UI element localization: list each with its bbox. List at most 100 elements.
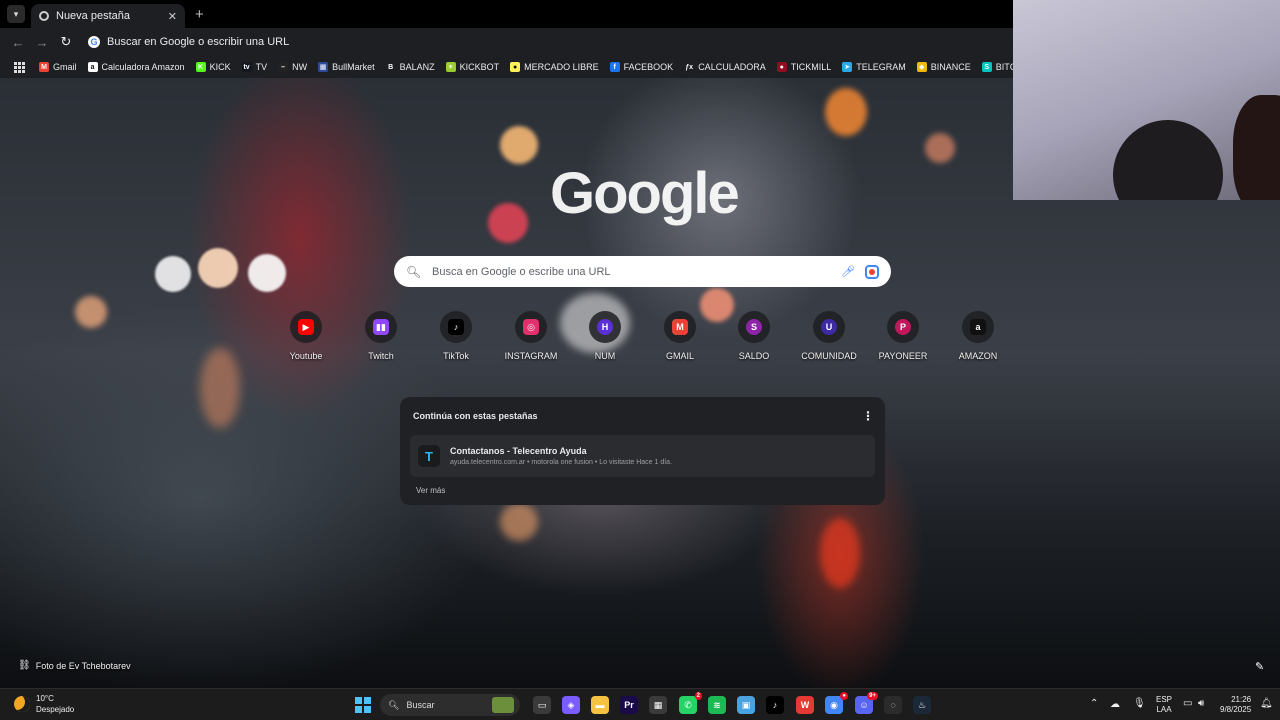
language-indicator[interactable]: ESP LAA <box>1156 695 1172 715</box>
taskbar-app-wps[interactable]: W <box>796 696 814 714</box>
microphone-icon[interactable]: 🎤︎ <box>841 265 855 278</box>
more-options-icon[interactable]: ⋮ <box>862 409 874 423</box>
lang-sub: LAA <box>1156 705 1172 714</box>
google-lens-icon[interactable] <box>865 264 879 279</box>
apps-grid-icon[interactable] <box>14 61 25 73</box>
shortcut-tile[interactable]: ▮▮ Twitch <box>344 311 418 361</box>
shortcut-label: NUM <box>594 351 616 361</box>
bookmark-item[interactable]: ◆ BINANCE <box>916 62 971 72</box>
shortcut-circle: a <box>962 311 994 343</box>
bookmark-item[interactable]: M Gmail <box>39 62 77 72</box>
bookmark-item[interactable]: a Calculadora Amazon <box>87 62 185 72</box>
taskbar-app-copilot[interactable]: ◈ <box>562 696 580 714</box>
taskbar-app-tiktok[interactable]: ♪ <box>766 696 784 714</box>
shortcut-label: Youtube <box>289 351 323 361</box>
shortcut-tile[interactable]: ♪ TikTok <box>419 311 493 361</box>
bookmark-label: NW <box>292 62 308 72</box>
shortcut-circle: ▶ <box>290 311 322 343</box>
shortcut-icon: U <box>821 319 837 335</box>
tab-new-tab[interactable]: Nueva pestaña ✕ <box>31 4 185 28</box>
bookmark-item[interactable]: ▦ BullMarket <box>318 62 375 72</box>
customize-pencil-icon[interactable]: ✎ <box>1255 660 1264 673</box>
bookmark-item[interactable]: tv TV <box>241 62 267 72</box>
shortcut-circle: P <box>887 311 919 343</box>
bookmark-icon: S <box>981 62 992 72</box>
shortcut-tile[interactable]: S SALDO <box>717 311 791 361</box>
taskbar-app-steam[interactable]: ♨ <box>913 696 931 714</box>
continue-tab-item[interactable]: T Contactanos - Telecentro Ayuda ayuda.t… <box>410 435 875 477</box>
tiktok-icon: ♪ <box>772 700 778 710</box>
taskbar-app-chrome[interactable]: ◉ ● <box>825 692 848 714</box>
microphone-tray-icon[interactable]: 🎙︎ <box>1133 698 1146 709</box>
bookmark-item[interactable]: K KICK <box>195 62 231 72</box>
taskbar-app-file-explorer-dark[interactable]: ▭ <box>533 696 551 714</box>
shortcut-tile[interactable]: U COMUNIDAD <box>792 311 866 361</box>
shortcut-icon: ◎ <box>523 319 539 335</box>
link-icon: ⛓︎ <box>18 660 31 671</box>
bookmark-item[interactable]: B BALANZ <box>385 62 435 72</box>
shortcut-tile[interactable]: H NUM <box>568 311 642 361</box>
photo-credit[interactable]: ⛓︎ Foto de Ev Tchebotarev <box>18 660 131 671</box>
show-hidden-icons[interactable]: ⌃ <box>1090 698 1098 709</box>
bookmark-item[interactable]: f FACEBOOK <box>609 62 673 72</box>
start-button[interactable] <box>355 697 371 713</box>
shortcut-tile[interactable]: ◎ INSTAGRAM <box>494 311 568 361</box>
bookmark-item[interactable]: ➤ TELEGRAM <box>842 62 906 72</box>
file-explorer-dark-icon: ▭ <box>537 699 547 710</box>
continue-tabs-card: Continúa con estas pestañas ⋮ T Contacta… <box>400 397 885 505</box>
search-icon: 🔍︎ <box>406 264 422 279</box>
back-button[interactable]: ← <box>10 34 26 50</box>
chrome-icon <box>39 11 49 21</box>
new-tab-button[interactable]: + <box>195 6 204 23</box>
shortcut-tile[interactable]: M GMAIL <box>643 311 717 361</box>
bookmark-item[interactable]: ✶ KICKBOT <box>445 62 499 72</box>
shortcut-icon: ▮▮ <box>373 319 389 335</box>
bookmark-item[interactable]: ƒx CALCULADORA <box>684 62 766 72</box>
see-more-link[interactable]: Ver más <box>413 486 872 495</box>
taskbar-app-obs[interactable]: ◌ <box>884 696 902 714</box>
search-input[interactable] <box>432 265 833 278</box>
shortcut-icon: ♪ <box>448 319 464 335</box>
bookmark-icon: ● <box>776 62 787 72</box>
file-explorer-icon: ▬ <box>595 700 605 710</box>
bookmark-item[interactable]: ● TICKMILL <box>776 62 831 72</box>
notification-icon[interactable]: 🔔︎ <box>1260 698 1273 709</box>
taskbar-app-photos[interactable]: ▣ <box>737 696 755 714</box>
shortcut-icon: S <box>746 319 762 335</box>
bookmark-icon: ✶ <box>445 62 456 72</box>
onedrive-icon[interactable]: ☁ <box>1110 699 1120 710</box>
ntp-search-box[interactable]: 🔍︎ 🎤︎ <box>394 256 891 287</box>
bookmark-label: BullMarket <box>332 62 375 72</box>
shortcut-icon: M <box>672 319 688 335</box>
whatsapp-icon: ✆ <box>684 699 692 710</box>
taskbar-app-store[interactable]: ▦ <box>649 696 667 714</box>
shortcut-tile[interactable]: P PAYONEER <box>866 311 940 361</box>
shortcut-tile[interactable]: ▶ Youtube <box>269 311 343 361</box>
shortcut-label: TikTok <box>443 351 469 361</box>
moon-icon <box>14 696 30 712</box>
google-logo: Google <box>550 161 740 226</box>
clock[interactable]: 21:26 9/8/2025 <box>1220 695 1251 715</box>
volume-icon[interactable]: 🔊︎ <box>1198 698 1204 709</box>
bookmark-item[interactable]: – NW <box>278 62 307 72</box>
taskbar-app-whatsapp[interactable]: ✆ 2 <box>679 692 702 714</box>
taskbar-app-file-explorer[interactable]: ▬ <box>591 696 609 714</box>
forward-button[interactable]: → <box>34 34 50 50</box>
taskbar-app-spotify[interactable]: ≋ <box>708 696 726 714</box>
weather-widget[interactable]: 10°C Despejado <box>14 693 74 715</box>
webcam-overlay <box>1013 0 1280 200</box>
taskbar-search[interactable]: 🔍︎ Buscar <box>380 694 520 716</box>
taskbar-app-premiere[interactable]: Pr <box>620 696 638 714</box>
notification-badge: 2 <box>694 692 702 700</box>
shortcut-tile[interactable]: a AMAZON <box>941 311 1015 361</box>
address-bar[interactable]: G Buscar en Google o escribir una URL <box>88 31 289 53</box>
network-icon[interactable]: ▭ <box>1183 698 1192 709</box>
bookmark-item[interactable]: ● MERCADO LIBRE <box>510 62 599 72</box>
shortcut-icon: H <box>597 319 613 335</box>
tab-search-button[interactable]: ▾ <box>7 5 25 23</box>
taskbar-app-discord[interactable]: ☺ 9+ <box>855 692 878 714</box>
reload-button[interactable]: ↻ <box>58 34 74 50</box>
close-icon[interactable]: ✕ <box>168 10 177 23</box>
search-icon: 🔍︎ <box>388 699 400 710</box>
bookmark-icon: ◆ <box>916 62 927 72</box>
